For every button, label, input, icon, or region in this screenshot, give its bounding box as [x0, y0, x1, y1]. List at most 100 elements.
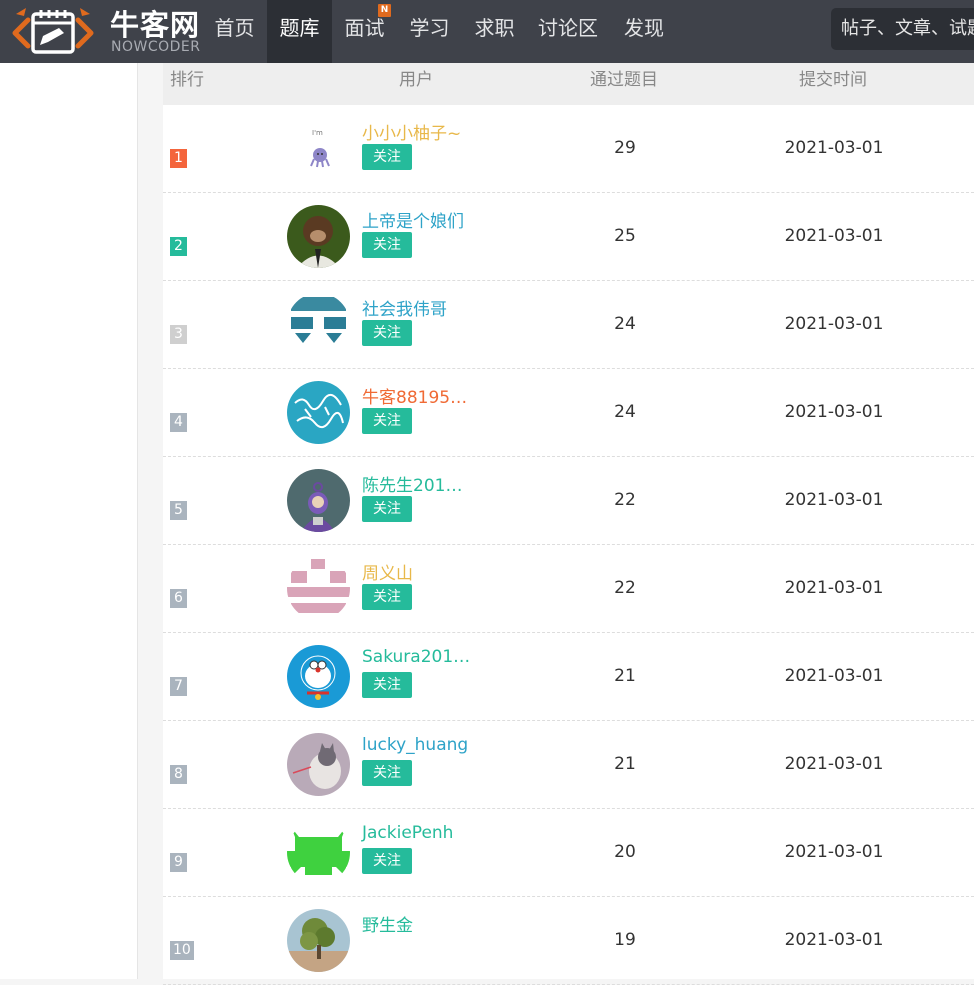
svg-text:I'm: I'm [312, 129, 323, 137]
table-row: 4 牛客88195… 关注 24 2021-03-01 [163, 369, 974, 457]
submit-time: 2021-03-01 [784, 842, 884, 862]
new-badge: N [378, 4, 391, 17]
follow-button[interactable]: 关注 [362, 144, 412, 170]
nowcoder-logo-icon [12, 8, 94, 54]
header-user: 用户 [399, 70, 433, 90]
nav-home[interactable]: 首页 [202, 0, 267, 63]
rank-badge: 7 [170, 677, 187, 696]
table-row: 8 lucky_huang 关注 21 2021-03-01 [163, 721, 974, 809]
passed-count: 21 [614, 666, 636, 686]
username-link[interactable]: 小小小柚子~ [362, 119, 461, 144]
nav-discussion[interactable]: 讨论区 [527, 0, 609, 63]
table-row: 9 JackiePenh 关注 20 2021-03-01 [163, 809, 974, 897]
submit-time: 2021-03-01 [784, 138, 884, 158]
nav-jobs[interactable]: 求职 [462, 0, 527, 63]
submit-time: 2021-03-01 [784, 226, 884, 246]
passed-count: 22 [614, 490, 636, 510]
top-nav-bar: 牛客网 NOWCODER 首页 题库 面试 N 学习 求职 讨论区 发现 [0, 0, 974, 63]
rank-badge: 8 [170, 765, 187, 784]
green-block-pattern-icon [287, 821, 350, 884]
nav-interview-label: 面试 [344, 16, 385, 40]
follow-button[interactable]: 关注 [362, 672, 412, 698]
header-time: 提交时间 [799, 70, 867, 90]
username-link[interactable]: 周义山 [362, 559, 413, 584]
nav-learn[interactable]: 学习 [397, 0, 462, 63]
doraemon-icon [287, 645, 350, 708]
rank-badge: 10 [170, 941, 194, 960]
cartoon-octopus-icon: I'm [287, 117, 350, 180]
avatar[interactable] [287, 381, 350, 444]
follow-button[interactable]: 关注 [362, 408, 412, 434]
rank-badge: 3 [170, 325, 187, 344]
table-row: 6 周义山 关注 22 2021-03-01 [163, 545, 974, 633]
username-link[interactable]: 陈先生201… [362, 471, 462, 496]
monkey-photo-icon [287, 205, 350, 268]
table-row: 2 上帝是个娘们 关注 25 2021-03-01 [163, 193, 974, 281]
header-passed: 通过题目 [590, 70, 658, 90]
nav-question-bank[interactable]: 题库 [267, 0, 332, 63]
username-link[interactable]: 野生金 [362, 911, 413, 936]
passed-count: 24 [614, 314, 636, 334]
follow-button[interactable]: 关注 [362, 760, 412, 786]
site-logo[interactable]: 牛客网 NOWCODER [10, 0, 200, 63]
table-row: 5 陈先生201… 关注 22 2021-03-01 [163, 457, 974, 545]
teletubby-icon [287, 469, 350, 532]
table-row: 7 Sakura201… 关注 21 2021-03-01 [163, 633, 974, 721]
submit-time: 2021-03-01 [784, 314, 884, 334]
avatar[interactable] [287, 469, 350, 532]
nav-discover[interactable]: 发现 [609, 0, 679, 63]
username-link[interactable]: lucky_huang [362, 735, 468, 755]
submit-time: 2021-03-01 [784, 490, 884, 510]
rank-badge: 1 [170, 149, 187, 168]
passed-count: 19 [614, 930, 636, 950]
leaderboard: 排行 用户 通过题目 提交时间 1 I'm 小小小柚子~ 关注 29 2021-03-01… [163, 63, 974, 985]
teal-block-pattern-icon [287, 293, 350, 356]
username-link[interactable]: Sakura201… [362, 647, 470, 667]
follow-button[interactable]: 关注 [362, 320, 412, 346]
logo-subtext: NOWCODER [111, 39, 201, 55]
passed-count: 29 [614, 138, 636, 158]
submit-time: 2021-03-01 [784, 666, 884, 686]
table-header: 排行 用户 通过题目 提交时间 [163, 63, 974, 105]
submit-time: 2021-03-01 [784, 402, 884, 422]
avatar[interactable] [287, 557, 350, 620]
rank-badge: 4 [170, 413, 187, 432]
username-link[interactable]: 社会我伟哥 [362, 295, 447, 320]
table-row: 10 野生金 19 2021-03-01 [163, 897, 974, 985]
calligraphy-circle-icon [287, 381, 350, 444]
submit-time: 2021-03-01 [784, 578, 884, 598]
table-row: 3 社会我伟哥 关注 24 2021-03-01 [163, 281, 974, 369]
follow-button[interactable]: 关注 [362, 496, 412, 522]
search-input[interactable] [831, 8, 974, 50]
username-link[interactable]: 牛客88195… [362, 383, 467, 408]
passed-count: 20 [614, 842, 636, 862]
passed-count: 21 [614, 754, 636, 774]
submit-time: 2021-03-01 [784, 754, 884, 774]
table-row: 1 I'm 小小小柚子~ 关注 29 2021-03-01 [163, 105, 974, 193]
follow-button[interactable]: 关注 [362, 848, 412, 874]
avatar[interactable] [287, 205, 350, 268]
header-rank: 排行 [170, 70, 204, 90]
rank-badge: 6 [170, 589, 187, 608]
pink-block-pattern-icon [287, 557, 350, 620]
follow-button[interactable]: 关注 [362, 584, 412, 610]
avatar[interactable] [287, 645, 350, 708]
avatar[interactable] [287, 733, 350, 796]
passed-count: 22 [614, 578, 636, 598]
username-link[interactable]: JackiePenh [362, 823, 453, 843]
logo-text: 牛客网 [110, 8, 201, 42]
avatar[interactable] [287, 821, 350, 884]
cat-photo-icon [287, 733, 350, 796]
avatar[interactable] [287, 293, 350, 356]
rank-badge: 9 [170, 853, 187, 872]
submit-time: 2021-03-01 [784, 930, 884, 950]
left-sidebar [0, 63, 138, 979]
rank-badge: 2 [170, 237, 187, 256]
avatar[interactable]: I'm [287, 117, 350, 180]
avatar[interactable] [287, 909, 350, 972]
passed-count: 24 [614, 402, 636, 422]
tree-photo-icon [287, 909, 350, 972]
follow-button[interactable]: 关注 [362, 232, 412, 258]
passed-count: 25 [614, 226, 636, 246]
username-link[interactable]: 上帝是个娘们 [362, 207, 464, 232]
